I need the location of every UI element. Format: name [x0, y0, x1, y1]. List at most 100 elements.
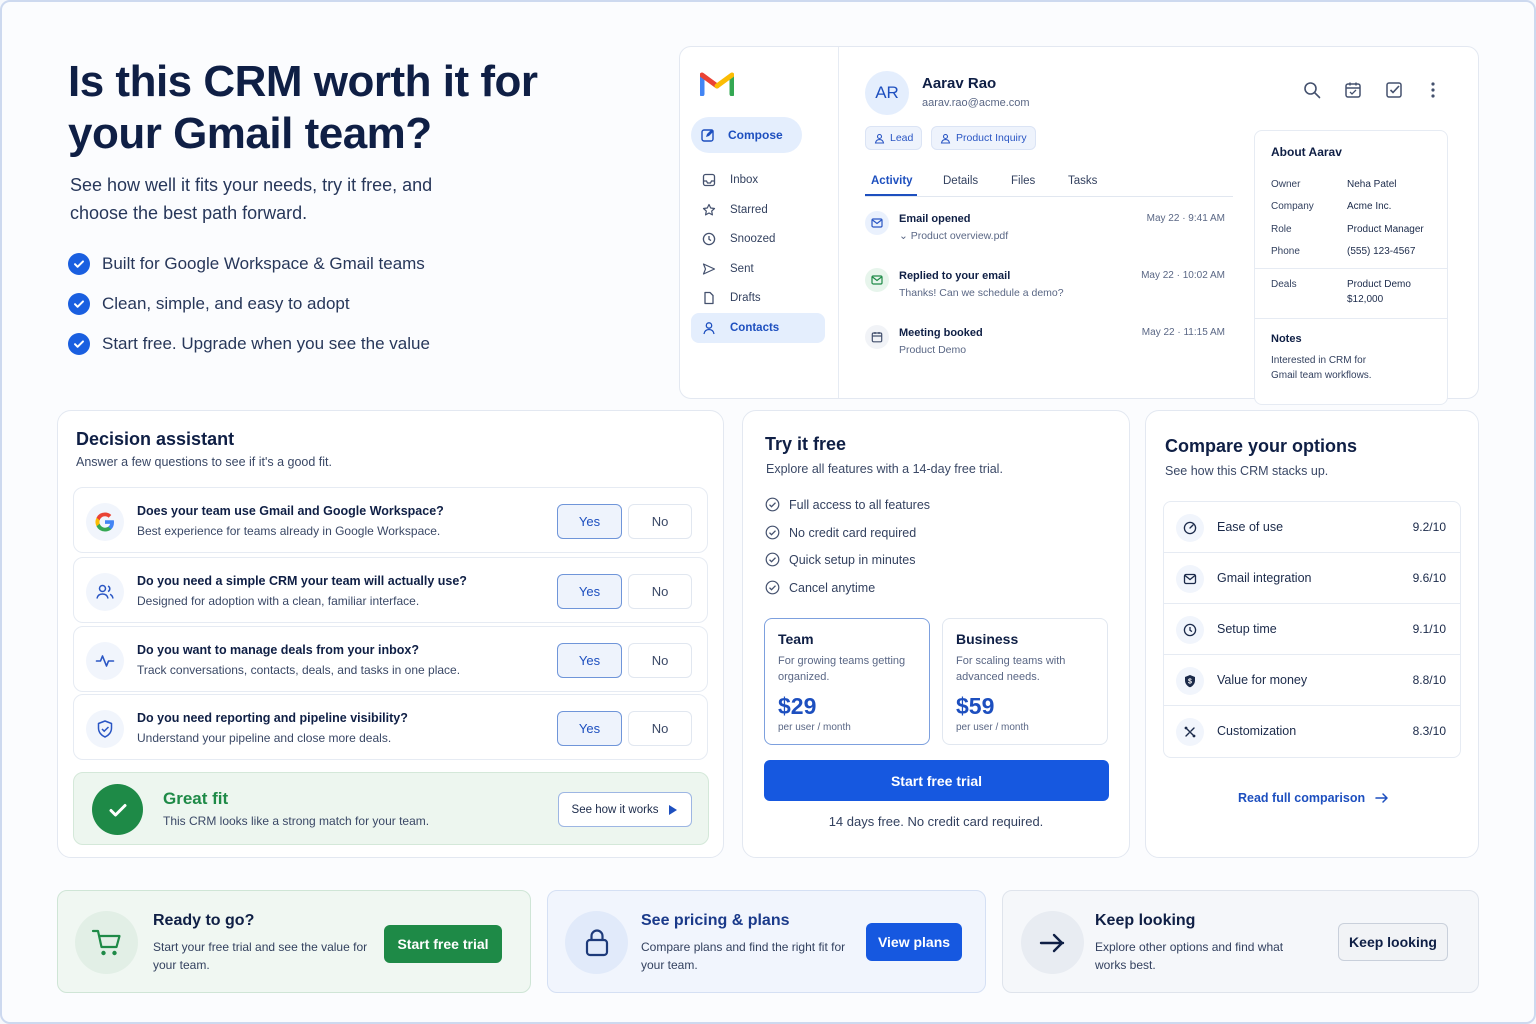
feature-item: Quick setup in minutes — [765, 552, 915, 567]
card-title: Ready to go? — [153, 912, 255, 929]
activity-date: May 22 · 9:41 AM — [1146, 213, 1225, 224]
activity-item[interactable]: Replied to your email Thanks! Can we sch… — [865, 268, 1233, 318]
comparison-row: Setup time 9.1/10 — [1164, 604, 1460, 655]
criterion-label: Ease of use — [1217, 520, 1284, 534]
mail-icon — [865, 211, 889, 235]
question-row: Do you need a simple CRM your team will … — [73, 557, 708, 623]
feature-label: Full access to all features — [789, 497, 931, 512]
more-vertical-icon[interactable] — [1429, 81, 1437, 99]
field-value: Neha Patel — [1347, 179, 1397, 190]
activity-date: May 22 · 11:15 AM — [1141, 327, 1225, 338]
card-title: See pricing & plans — [641, 912, 790, 929]
decision-title: Decision assistant — [76, 429, 235, 449]
reply-icon — [865, 268, 889, 292]
yes-button[interactable]: Yes — [557, 711, 622, 746]
nav-drafts[interactable]: Drafts — [691, 283, 825, 313]
criterion-label: Setup time — [1217, 622, 1277, 636]
no-button[interactable]: No — [628, 574, 692, 609]
nav-sent[interactable]: Sent — [691, 254, 825, 284]
deal-name[interactable]: Product Demo — [1347, 279, 1411, 290]
plan-price: $29 — [778, 693, 817, 719]
activity-date: May 22 · 10:02 AM — [1141, 270, 1225, 281]
calendar-icon — [865, 325, 889, 349]
yes-button[interactable]: Yes — [557, 643, 622, 678]
yes-button[interactable]: Yes — [557, 504, 622, 539]
keep-looking-button[interactable]: Keep looking — [1338, 923, 1448, 961]
about-title: About Aarav — [1271, 145, 1342, 159]
feature-label: No credit card required — [789, 525, 917, 540]
compose-button[interactable]: Compose — [691, 117, 802, 153]
read-full-comparison-link[interactable]: Read full comparison — [1238, 791, 1389, 805]
plan-unit: per user / month — [956, 722, 1029, 733]
divider — [1255, 268, 1447, 269]
sliders-icon — [1176, 718, 1204, 746]
check-circle-icon — [68, 333, 90, 355]
tag-label: Lead — [890, 132, 914, 144]
question-text: Do you need reporting and pipeline visib… — [137, 711, 408, 725]
field-value: Product Manager — [1347, 224, 1424, 235]
start-free-trial-button[interactable]: Start free trial — [764, 760, 1109, 801]
check-item: Built for Google Workspace & Gmail teams — [68, 244, 430, 284]
field-value: Acme Inc. — [1347, 201, 1392, 212]
field-label: Role — [1271, 224, 1292, 235]
plan-business[interactable]: Business For scaling teams with advanced… — [942, 618, 1108, 745]
tab-details[interactable]: Details — [943, 175, 978, 187]
pricing-plans-card: See pricing & plans Compare plans and fi… — [547, 890, 986, 993]
keep-looking-card: Keep looking Explore other options and f… — [1002, 890, 1479, 993]
feature-item: Full access to all features — [765, 497, 930, 512]
play-icon — [668, 804, 678, 816]
see-how-it-works-button[interactable]: See how it works — [558, 792, 692, 827]
nav-snoozed[interactable]: Snoozed — [691, 224, 825, 254]
field-label: Company — [1271, 201, 1314, 212]
button-label: See how it works — [571, 803, 659, 816]
about-contact-panel: About Aarav Owner Neha Patel Company Acm… — [1254, 130, 1448, 405]
calendar-icon[interactable] — [1344, 81, 1362, 99]
activity-item[interactable]: Meeting booked Product Demo May 22 · 11:… — [865, 325, 1233, 375]
plan-name: Business — [956, 631, 1019, 647]
criterion-label: Value for money — [1217, 673, 1308, 687]
arrow-right-icon — [1375, 792, 1389, 804]
search-icon[interactable] — [1303, 81, 1321, 99]
task-check-icon[interactable] — [1385, 81, 1403, 99]
no-button[interactable]: No — [628, 711, 692, 746]
no-button[interactable]: No — [628, 643, 692, 678]
check-item-label: Start free. Upgrade when you see the val… — [102, 334, 430, 353]
criterion-score: 9.2/10 — [1412, 520, 1446, 534]
tab-activity[interactable]: Activity — [871, 175, 913, 187]
plan-team[interactable]: Team For growing teams getting organized… — [764, 618, 930, 745]
field-label: Phone — [1271, 246, 1300, 257]
contact-tabs: Activity Details Files Tasks — [865, 171, 1233, 197]
question-sub: Designed for adoption with a clean, fami… — [137, 594, 420, 608]
nav-starred[interactable]: Starred — [691, 195, 825, 225]
nav-contacts[interactable]: Contacts — [691, 313, 825, 343]
view-plans-button[interactable]: View plans — [866, 923, 962, 961]
criterion-score: 9.6/10 — [1412, 571, 1446, 585]
activity-title: Meeting booked — [899, 327, 983, 339]
plan-description: For growing teams getting organized. — [778, 655, 906, 683]
nav-label: Drafts — [730, 292, 761, 304]
user-tag-icon — [940, 133, 951, 144]
file-icon — [700, 291, 718, 305]
page-frame: Is this CRM worth it for your Gmail team… — [0, 0, 1536, 1024]
tag-product-inquiry[interactable]: Product Inquiry — [931, 126, 1036, 150]
nav-inbox[interactable]: Inbox — [691, 165, 825, 195]
criterion-score: 8.8/10 — [1412, 673, 1446, 687]
activity-item[interactable]: Email opened ⌄ Product overview.pdf May … — [865, 211, 1233, 261]
check-item-label: Built for Google Workspace & Gmail teams — [102, 254, 425, 273]
yes-button[interactable]: Yes — [557, 574, 622, 609]
tab-tasks[interactable]: Tasks — [1068, 175, 1097, 187]
deal-value: $12,000 — [1347, 294, 1384, 305]
start-free-trial-button[interactable]: Start free trial — [384, 925, 502, 963]
shield-dollar-icon: $ — [1176, 667, 1204, 695]
check-circle-icon — [68, 253, 90, 275]
nav-label: Contacts — [730, 322, 780, 334]
comparison-row: $ Value for money 8.8/10 — [1164, 655, 1460, 706]
card-title: Keep looking — [1095, 912, 1196, 929]
tag-lead[interactable]: Lead — [865, 126, 923, 150]
activity-sub-text: Product overview.pdf — [910, 230, 1009, 242]
shopping-cart-icon — [75, 911, 138, 974]
activity-sub: ⌄ Product overview.pdf — [899, 230, 1008, 242]
plan-unit: per user / month — [778, 722, 851, 733]
tab-files[interactable]: Files — [1011, 175, 1035, 187]
no-button[interactable]: No — [628, 504, 692, 539]
